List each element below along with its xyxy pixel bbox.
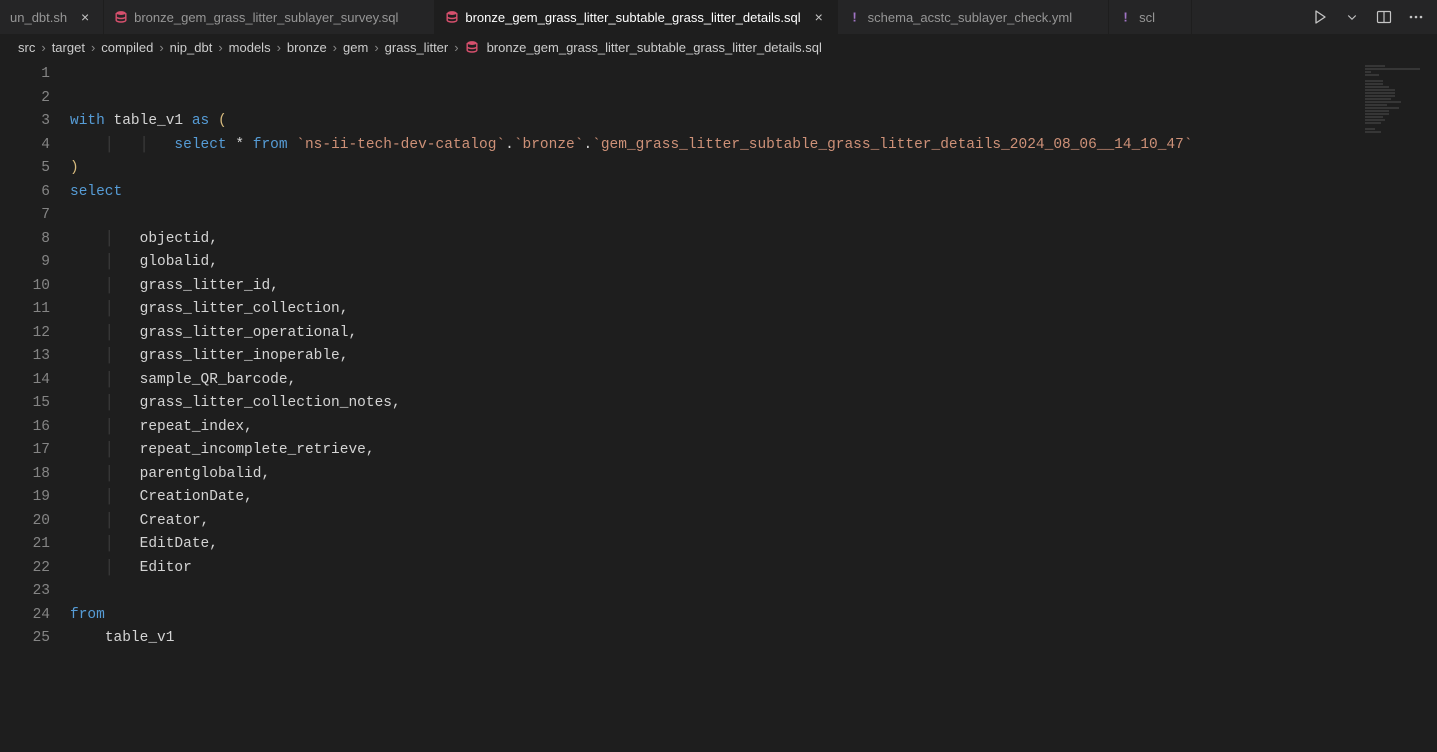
line-number: 4 — [0, 134, 70, 158]
database-icon — [445, 10, 459, 24]
database-icon — [465, 40, 479, 54]
breadcrumb-segment[interactable]: models — [229, 40, 271, 55]
tab-3[interactable]: !schema_acstc_sublayer_check.yml× — [838, 0, 1109, 35]
yaml-icon: ! — [848, 10, 862, 24]
line-number: 3 — [0, 110, 70, 134]
line-number: 16 — [0, 416, 70, 440]
line-number: 13 — [0, 345, 70, 369]
line-number: 1 — [0, 63, 70, 87]
code-line[interactable]: from — [70, 604, 1437, 628]
breadcrumb-segment[interactable]: compiled — [101, 40, 153, 55]
line-number: 17 — [0, 439, 70, 463]
line-number: 5 — [0, 157, 70, 181]
line-number: 24 — [0, 604, 70, 628]
tab-label: un_dbt.sh — [10, 10, 67, 25]
line-number: 12 — [0, 322, 70, 346]
run-icon[interactable] — [1309, 6, 1331, 28]
breadcrumbs: src›target›compiled›nip_dbt›models›bronz… — [0, 35, 1437, 59]
breadcrumb-segment[interactable]: nip_dbt — [170, 40, 213, 55]
chevron-right-icon: › — [216, 40, 224, 55]
code-line[interactable] — [70, 87, 1437, 111]
chevron-down-icon[interactable] — [1341, 6, 1363, 28]
tab-label: scl — [1139, 10, 1155, 25]
chevron-right-icon: › — [89, 40, 97, 55]
code-area[interactable]: with table_v1 as ( │ │ select * from `ns… — [70, 59, 1437, 752]
line-number: 2 — [0, 87, 70, 111]
close-icon[interactable]: × — [811, 9, 827, 25]
code-line[interactable]: │ parentglobalid, — [70, 463, 1437, 487]
code-line[interactable]: │ CreationDate, — [70, 486, 1437, 510]
close-icon[interactable]: × — [77, 9, 93, 25]
chevron-right-icon: › — [39, 40, 47, 55]
code-line[interactable]: │ repeat_incomplete_retrieve, — [70, 439, 1437, 463]
line-number: 15 — [0, 392, 70, 416]
tab-1[interactable]: bronze_gem_grass_litter_sublayer_survey.… — [104, 0, 435, 35]
line-number: 11 — [0, 298, 70, 322]
line-number: 10 — [0, 275, 70, 299]
chevron-right-icon: › — [331, 40, 339, 55]
code-line[interactable]: │ Creator, — [70, 510, 1437, 534]
database-icon — [114, 10, 128, 24]
code-line[interactable] — [70, 63, 1437, 87]
line-number: 23 — [0, 580, 70, 604]
breadcrumb-segment[interactable]: gem — [343, 40, 368, 55]
code-line[interactable]: │ sample_QR_barcode, — [70, 369, 1437, 393]
line-number: 18 — [0, 463, 70, 487]
code-line[interactable]: │ objectid, — [70, 228, 1437, 252]
breadcrumb-segment[interactable]: target — [52, 40, 85, 55]
code-line[interactable]: table_v1 — [70, 627, 1437, 651]
breadcrumb-file[interactable]: bronze_gem_grass_litter_subtable_grass_l… — [487, 40, 822, 55]
line-number: 20 — [0, 510, 70, 534]
line-number: 21 — [0, 533, 70, 557]
svg-text:!: ! — [852, 10, 856, 24]
chevron-right-icon: › — [452, 40, 460, 55]
line-number: 22 — [0, 557, 70, 581]
chevron-right-icon: › — [157, 40, 165, 55]
chevron-right-icon: › — [275, 40, 283, 55]
tab-0[interactable]: un_dbt.sh × — [0, 0, 104, 35]
split-editor-icon[interactable] — [1373, 6, 1395, 28]
line-number: 25 — [0, 627, 70, 651]
code-line[interactable]: select — [70, 181, 1437, 205]
chevron-right-icon: › — [372, 40, 380, 55]
code-line[interactable]: ) — [70, 157, 1437, 181]
code-line[interactable]: │ grass_litter_id, — [70, 275, 1437, 299]
more-icon[interactable] — [1405, 6, 1427, 28]
line-number: 19 — [0, 486, 70, 510]
code-line[interactable]: │ globalid, — [70, 251, 1437, 275]
tabs-bar: un_dbt.sh × bronze_gem_grass_litter_sublay… — [0, 0, 1437, 35]
editor[interactable]: 1234567891011121314151617181920212223242… — [0, 59, 1437, 752]
code-line[interactable]: │ grass_litter_inoperable, — [70, 345, 1437, 369]
line-number: 7 — [0, 204, 70, 228]
line-number-gutter: 1234567891011121314151617181920212223242… — [0, 59, 70, 752]
tab-label: bronze_gem_grass_litter_subtable_grass_l… — [465, 10, 800, 25]
line-number: 9 — [0, 251, 70, 275]
line-number: 6 — [0, 181, 70, 205]
tab-label: schema_acstc_sublayer_check.yml — [868, 10, 1072, 25]
code-line[interactable]: │ grass_litter_collection, — [70, 298, 1437, 322]
code-line[interactable]: │ grass_litter_operational, — [70, 322, 1437, 346]
line-number: 8 — [0, 228, 70, 252]
code-line[interactable] — [70, 580, 1437, 604]
code-line[interactable]: with table_v1 as ( — [70, 110, 1437, 134]
code-line[interactable]: │ Editor — [70, 557, 1437, 581]
code-line[interactable]: │ grass_litter_collection_notes, — [70, 392, 1437, 416]
code-line[interactable] — [70, 204, 1437, 228]
code-line[interactable]: │ repeat_index, — [70, 416, 1437, 440]
breadcrumb-segment[interactable]: bronze — [287, 40, 327, 55]
line-number: 14 — [0, 369, 70, 393]
yaml-icon: ! — [1119, 10, 1133, 24]
breadcrumb-segment[interactable]: grass_litter — [385, 40, 449, 55]
tab-2[interactable]: bronze_gem_grass_litter_subtable_grass_l… — [435, 0, 837, 35]
breadcrumb-segment[interactable]: src — [18, 40, 35, 55]
svg-text:!: ! — [1124, 10, 1128, 24]
tab-actions — [1299, 6, 1437, 28]
tab-label: bronze_gem_grass_litter_sublayer_survey.… — [134, 10, 398, 25]
tab-4[interactable]: !scl× — [1109, 0, 1192, 35]
code-line[interactable]: │ │ select * from `ns-ii-tech-dev-catalo… — [70, 134, 1437, 158]
code-line[interactable]: │ EditDate, — [70, 533, 1437, 557]
